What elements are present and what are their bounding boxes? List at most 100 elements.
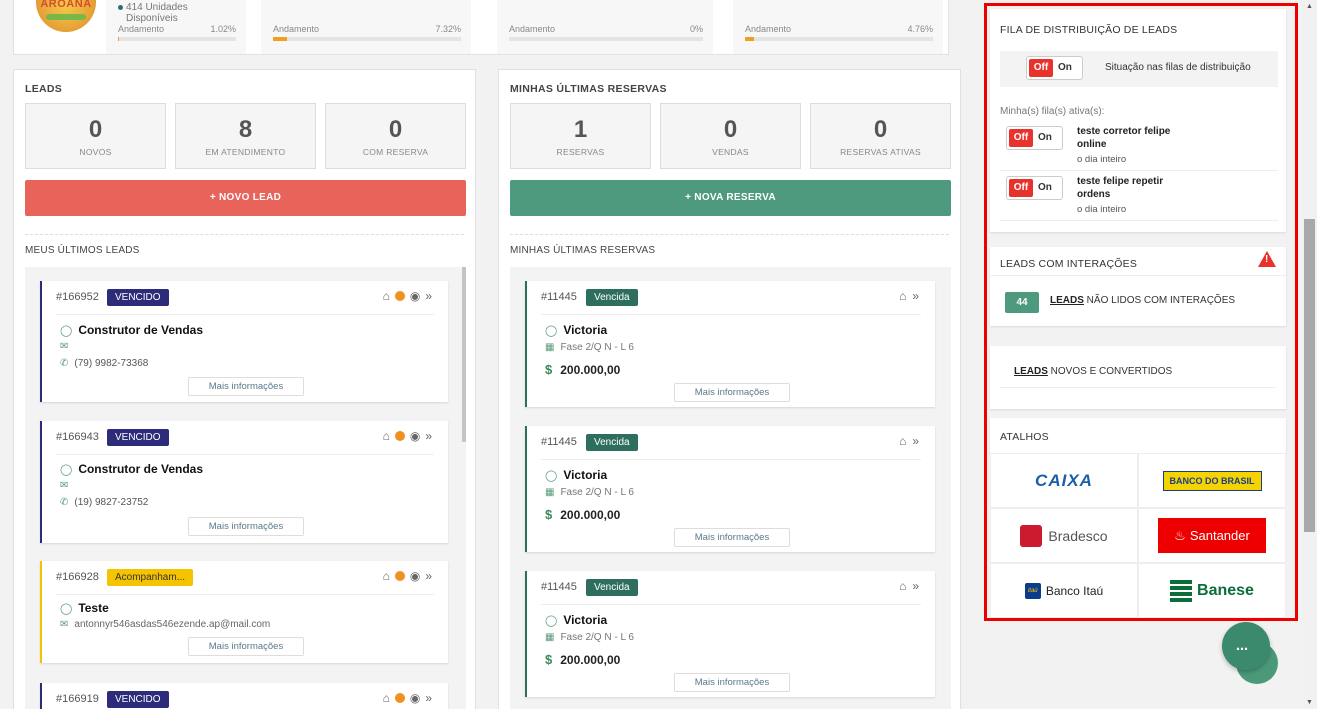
- status-dot-icon: [394, 431, 405, 441]
- chevron-right-icon[interactable]: »: [425, 569, 432, 583]
- new-reserva-button[interactable]: + NOVA RESERVA: [510, 180, 951, 216]
- interactions-title: LEADS COM INTERAÇÕES: [1000, 258, 1138, 270]
- counter-com-reserva[interactable]: 0 COM RESERVA: [325, 103, 466, 169]
- bradesco-logo-icon: [1020, 524, 1043, 547]
- chat-icon: ⋯: [1236, 642, 1248, 656]
- price: 200.000,00: [560, 363, 621, 377]
- home-icon[interactable]: ⌂: [899, 289, 906, 303]
- lead-card[interactable]: #166943 VENCIDO ⌂ ◉» ◯ Construtor de Venda…: [40, 421, 448, 543]
- dollar-icon: $: [545, 507, 553, 522]
- scroll-down-icon[interactable]: ▼: [1306, 699, 1313, 706]
- right-sidebar: FILA DE DISTRIBUIÇÃO DE LEADS Off On Situ…: [984, 3, 1298, 621]
- counter-reservas[interactable]: 1 RESERVAS: [510, 103, 651, 169]
- flame-icon: ♨: [1174, 527, 1186, 543]
- progress-label: Andamento: [745, 24, 792, 34]
- phone-icon: ✆: [60, 497, 69, 508]
- scroll-up-icon[interactable]: ▲: [1306, 3, 1313, 10]
- bank-bradesco[interactable]: Bradesco: [990, 508, 1138, 563]
- user-icon: ◯: [545, 325, 558, 337]
- price: 200.000,00: [560, 508, 621, 522]
- chevron-right-icon[interactable]: »: [425, 429, 432, 443]
- chevron-right-icon[interactable]: »: [912, 289, 919, 303]
- queue-item: Off On teste felipe repetir ordens o dia …: [1000, 173, 1278, 221]
- chat-button[interactable]: ⋯: [1222, 622, 1270, 670]
- interactions-row[interactable]: 44 LEADS NÃO LIDOS COM INTERAÇÕES: [990, 275, 1286, 319]
- more-info-button[interactable]: Mais informações: [188, 377, 304, 396]
- chevron-right-icon[interactable]: »: [912, 579, 919, 593]
- client-name: Victoria: [563, 613, 608, 627]
- lead-phone: (19) 9827-23752: [74, 497, 149, 508]
- home-icon[interactable]: ⌂: [899, 434, 906, 448]
- leads-panel: LEADS 0 NOVOS 8 EM ATENDIMENTO 0 COM RESERV…: [13, 69, 476, 709]
- more-info-button[interactable]: Mais informações: [674, 673, 790, 692]
- lead-name: Construtor de Vendas: [78, 462, 203, 476]
- warning-icon: !: [1258, 251, 1276, 267]
- bank-caixa[interactable]: CAIXA: [990, 453, 1138, 508]
- user-icon: ◯: [60, 325, 73, 337]
- lead-card[interactable]: #166952 VENCIDO ⌂ ◉» ◯ Construtor de Venda…: [40, 281, 448, 402]
- eye-icon[interactable]: ◉: [410, 691, 420, 705]
- status-badge: VENCIDO: [107, 429, 169, 446]
- stat-column-3: Andamento 0%: [497, 0, 713, 54]
- queue-status-text: Situação nas filas de distribuição: [1105, 62, 1251, 73]
- new-converted-row[interactable]: LEADS NOVOS E CONVERTIDOS: [1014, 366, 1172, 377]
- leads-list-scrollbar[interactable]: [462, 267, 466, 442]
- new-lead-button[interactable]: + NOVO LEAD: [25, 180, 466, 216]
- development-stats-strip: AROANA 414 Unidades Disponíveis Andamento…: [13, 0, 949, 55]
- home-icon[interactable]: ⌂: [383, 569, 390, 583]
- counter-em-atendimento[interactable]: 8 EM ATENDIMENTO: [175, 103, 316, 169]
- queue-status-row: Off On Situação nas filas de distribuição: [1000, 51, 1278, 87]
- status-badge: Vencida: [586, 434, 638, 451]
- counter-vendas[interactable]: 0 VENDAS: [660, 103, 801, 169]
- chevron-right-icon[interactable]: »: [912, 434, 919, 448]
- leads-link[interactable]: LEADS: [1014, 366, 1048, 377]
- eye-icon[interactable]: ◉: [410, 289, 420, 303]
- more-info-button[interactable]: Mais informações: [188, 517, 304, 536]
- reservas-list[interactable]: #11445 Vencida ⌂» ◯ Victoria ▦ Fase 2/Q N …: [510, 267, 951, 709]
- eye-icon[interactable]: ◉: [410, 569, 420, 583]
- user-icon: ◯: [60, 464, 73, 476]
- lead-email: antonnyr546asdas546ezende.ap@mail.com: [74, 619, 271, 630]
- bank-banco-do-brasil[interactable]: BANCO DO BRASIL: [1138, 453, 1286, 508]
- home-icon[interactable]: ⌂: [383, 691, 390, 705]
- status-dot-icon: [118, 4, 123, 10]
- home-icon[interactable]: ⌂: [383, 429, 390, 443]
- chevron-right-icon[interactable]: »: [425, 289, 432, 303]
- queue-toggle[interactable]: Off On: [1006, 176, 1063, 200]
- bank-santander[interactable]: ♨ Santander: [1138, 508, 1286, 563]
- more-info-button[interactable]: Mais informações: [674, 383, 790, 402]
- lead-card[interactable]: #166928 Acompanham... ⌂ ◉» ◯ Teste ✉ antonn…: [40, 561, 448, 663]
- eye-icon[interactable]: ◉: [410, 429, 420, 443]
- scrollbar-thumb[interactable]: [1304, 219, 1315, 532]
- counter-reservas-ativas[interactable]: 0 RESERVAS ATIVAS: [810, 103, 951, 169]
- lead-card[interactable]: #166919 VENCIDO ⌂ ◉»: [40, 683, 448, 709]
- queue-master-toggle[interactable]: Off On: [1026, 56, 1083, 80]
- bank-banese[interactable]: Banese: [1138, 563, 1286, 618]
- home-icon[interactable]: ⌂: [383, 289, 390, 303]
- progress-percent: 1.02%: [210, 24, 236, 34]
- window-scrollbar[interactable]: ▲ ▼: [1302, 0, 1317, 709]
- progress-bar: [118, 37, 236, 41]
- counter-novos[interactable]: 0 NOVOS: [25, 103, 166, 169]
- status-dot-icon: [394, 291, 405, 301]
- progress-percent: 7.32%: [435, 24, 461, 34]
- status-badge: Vencida: [586, 289, 638, 306]
- envelope-icon: ✉: [60, 619, 69, 630]
- more-info-button[interactable]: Mais informações: [188, 637, 304, 656]
- client-name: Victoria: [563, 468, 608, 482]
- home-icon[interactable]: ⌂: [899, 579, 906, 593]
- reserva-card[interactable]: #11445 Vencida ⌂» ◯ Victoria ▦ Fase 2/Q N …: [525, 571, 935, 697]
- reserva-card[interactable]: #11445 Vencida ⌂» ◯ Victoria ▦ Fase 2/Q N …: [525, 281, 935, 407]
- units-available: 414 Unidades Disponíveis: [118, 2, 188, 24]
- reserva-card[interactable]: #11445 Vencida ⌂» ◯ Victoria ▦ Fase 2/Q N …: [525, 426, 935, 552]
- chevron-right-icon[interactable]: »: [425, 691, 432, 705]
- leads-list[interactable]: #166952 VENCIDO ⌂ ◉» ◯ Construtor de Venda…: [25, 267, 466, 709]
- queue-toggle[interactable]: Off On: [1006, 126, 1063, 150]
- bank-itau[interactable]: itaú Banco Itaú: [990, 563, 1138, 618]
- leads-link[interactable]: LEADS: [1050, 295, 1084, 306]
- development-logo[interactable]: AROANA: [36, 0, 96, 32]
- progress-bar: [745, 37, 933, 41]
- more-info-button[interactable]: Mais informações: [674, 528, 790, 547]
- dollar-icon: $: [545, 362, 553, 377]
- dollar-icon: $: [545, 652, 553, 667]
